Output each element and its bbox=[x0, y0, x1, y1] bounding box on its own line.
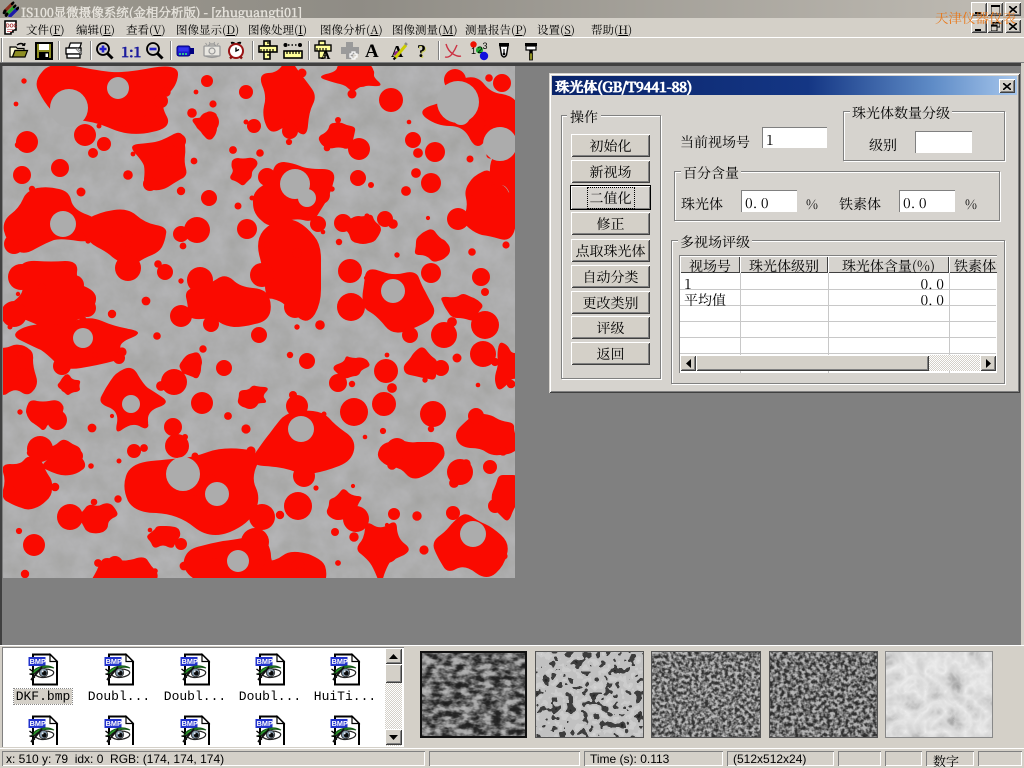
svg-text:BMP: BMP bbox=[182, 657, 198, 666]
svg-text:1: 1 bbox=[471, 46, 476, 56]
svg-text:A: A bbox=[321, 47, 331, 60]
svg-text:DOC: DOC bbox=[6, 24, 18, 30]
svg-text:BMP: BMP bbox=[106, 657, 122, 666]
svg-text:BMP: BMP bbox=[332, 657, 348, 666]
svg-text:BMP: BMP bbox=[182, 719, 198, 728]
svg-text:BMP: BMP bbox=[332, 719, 348, 728]
svg-text:3: 3 bbox=[483, 41, 488, 51]
svg-text:BMP: BMP bbox=[30, 657, 46, 666]
svg-text:BMP: BMP bbox=[106, 719, 122, 728]
svg-text:BMP: BMP bbox=[257, 719, 273, 728]
svg-text:BMP: BMP bbox=[30, 719, 46, 728]
svg-text:BMP: BMP bbox=[257, 657, 273, 666]
